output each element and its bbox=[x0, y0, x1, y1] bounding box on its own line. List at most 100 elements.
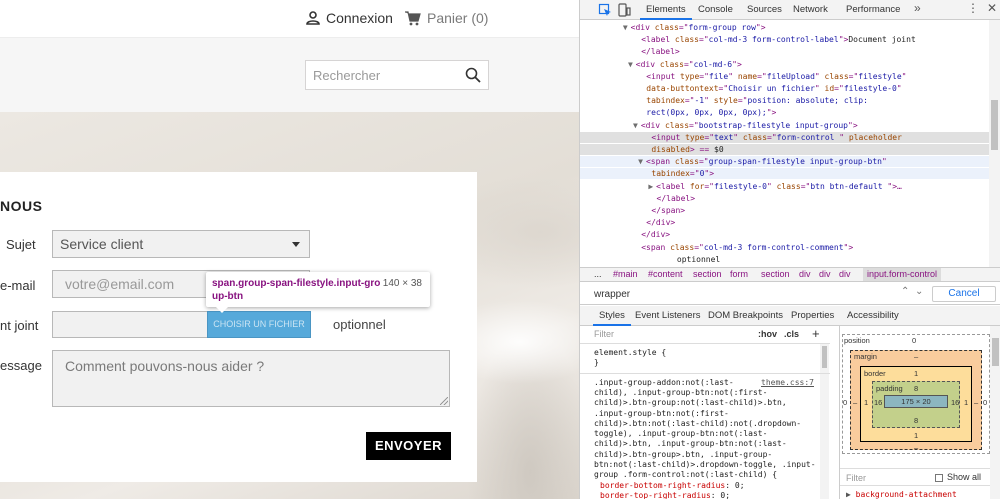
css-rule-line[interactable]: .input-group-btn:not(:first- bbox=[594, 409, 820, 419]
dom-token-attr: class bbox=[674, 35, 699, 45]
breadcrumb-item[interactable]: #main bbox=[613, 268, 638, 281]
tab-performance[interactable]: Performance bbox=[840, 0, 906, 20]
subtab-dom-breakpoints[interactable]: DOM Breakpoints bbox=[702, 306, 789, 326]
close-icon[interactable]: ✕ bbox=[987, 1, 997, 15]
css-rule-line[interactable]: } bbox=[594, 358, 820, 368]
css-declaration[interactable]: border-top-right-radius: 0; bbox=[600, 491, 826, 499]
collapse-triangle-icon[interactable]: ▼ bbox=[633, 121, 638, 130]
dom-node-line[interactable]: <span class="col-md-3 form-control-comme… bbox=[580, 242, 989, 253]
attachment-field[interactable]: CHOISIR UN FICHIER bbox=[52, 311, 311, 338]
dom-node-line[interactable]: optionnel bbox=[580, 254, 989, 265]
more-tabs-icon[interactable]: » bbox=[914, 1, 921, 15]
css-rule-line[interactable]: child), .input-group-btn:not(:first- bbox=[594, 388, 820, 398]
cart-link[interactable]: Panier (0) bbox=[405, 10, 488, 26]
css-rule-line[interactable]: toggle), .input-group-btn:not(:last- bbox=[594, 429, 820, 439]
dom-token-tag: </div> bbox=[641, 230, 671, 240]
send-button[interactable]: ENVOYER bbox=[366, 432, 451, 460]
hov-toggle[interactable]: :hov bbox=[758, 329, 777, 339]
find-bar: wrapper ⌃ ⌄ Cancel bbox=[580, 284, 1000, 305]
scrollbar-thumb[interactable] bbox=[822, 346, 827, 368]
login-link[interactable]: Connexion bbox=[306, 10, 393, 26]
css-rule-line[interactable]: child)>.btn, .input-group-btn:not(:last- bbox=[594, 439, 820, 449]
scrollbar-thumb[interactable] bbox=[992, 338, 999, 366]
cancel-button[interactable]: Cancel bbox=[932, 286, 996, 302]
breadcrumb-item[interactable]: ... bbox=[594, 268, 602, 281]
search-input[interactable] bbox=[306, 61, 456, 89]
dom-node-line[interactable]: <input type="file" name="fileUpload" cla… bbox=[580, 71, 989, 82]
dom-node-line[interactable]: </div> bbox=[580, 229, 989, 240]
styles-filter-input[interactable]: Filter bbox=[594, 329, 614, 339]
dom-node-line[interactable]: <label class="col-md-3 form-control-labe… bbox=[580, 34, 989, 45]
styles-scrollbar[interactable] bbox=[820, 344, 829, 499]
scrollbar-thumb[interactable] bbox=[991, 100, 998, 150]
dom-token-tag: " bbox=[766, 181, 777, 191]
dom-node-line[interactable]: rect(0px, 0px, 0px, 0px);"> bbox=[580, 107, 989, 118]
show-all-checkbox[interactable] bbox=[935, 474, 943, 482]
dom-node-line[interactable]: </div> bbox=[580, 217, 989, 228]
subtab-properties[interactable]: Properties bbox=[785, 306, 840, 326]
stylesheet-source-link[interactable]: theme.css:7 bbox=[761, 378, 814, 387]
dom-node-line[interactable]: disabled> == $0 bbox=[580, 144, 989, 155]
css-rule-line[interactable]: element.style { bbox=[594, 348, 820, 358]
css-rule-line[interactable]: btn:not(:last-child)>.dropdown-toggle, .… bbox=[594, 460, 820, 470]
computed-scrollbar[interactable] bbox=[990, 326, 1000, 499]
dom-node-line[interactable]: </label> bbox=[580, 46, 989, 57]
css-rule-line[interactable]: child)>.btn-group>.btn, .input-group- bbox=[594, 450, 820, 460]
dom-node-line[interactable]: tabindex="0"> bbox=[580, 168, 989, 180]
collapse-triangle-icon[interactable]: ▼ bbox=[638, 157, 643, 166]
inspect-element-icon[interactable] bbox=[598, 3, 612, 17]
dom-node-line[interactable]: </span> bbox=[580, 205, 989, 216]
breadcrumb-item[interactable]: section bbox=[761, 268, 790, 281]
search-icon[interactable] bbox=[465, 67, 481, 83]
dom-node-line[interactable]: ▼ <div class="form-group row"> bbox=[580, 22, 989, 33]
dom-token-attr: class bbox=[776, 181, 801, 191]
dom-node-line[interactable]: ▼ <div class="bootstrap-filestyle input-g… bbox=[580, 120, 989, 131]
subtab-event-listeners[interactable]: Event Listeners bbox=[629, 306, 706, 326]
dom-scrollbar[interactable] bbox=[989, 20, 1000, 267]
dom-node-line[interactable]: ▶ <label for="filestyle-0" class="btn btn… bbox=[580, 181, 989, 192]
cls-toggle[interactable]: .cls bbox=[784, 329, 799, 339]
breadcrumb-item[interactable]: section bbox=[693, 268, 722, 281]
subtab-styles[interactable]: Styles bbox=[593, 306, 631, 326]
tab-network[interactable]: Network bbox=[787, 0, 834, 20]
breadcrumb-item[interactable]: div bbox=[839, 268, 851, 281]
choose-file-button[interactable]: CHOISIR UN FICHIER bbox=[207, 311, 311, 338]
new-rule-icon[interactable]: + bbox=[812, 326, 820, 341]
tooltip-arrow bbox=[216, 307, 228, 313]
css-rule-line[interactable]: child)>.btn-group:not(:last-child)>.btn, bbox=[594, 398, 820, 408]
dom-node-line[interactable]: <input type="text" class="form-control "… bbox=[580, 131, 989, 143]
styles-subtabs: Styles Event Listeners DOM Breakpoints Prop… bbox=[580, 306, 1000, 326]
find-input[interactable]: wrapper bbox=[594, 287, 894, 302]
resize-handle-icon[interactable] bbox=[440, 397, 448, 405]
computed-filter-input[interactable]: Filter bbox=[846, 473, 866, 483]
breadcrumb-item[interactable]: div bbox=[799, 268, 811, 281]
css-rule-line[interactable]: child)>.btn:not(:last-child):not(.dropdo… bbox=[594, 419, 820, 429]
breadcrumb-item[interactable]: form bbox=[730, 268, 748, 281]
collapse-triangle-icon[interactable]: ▼ bbox=[623, 23, 628, 32]
message-textarea[interactable]: Comment pouvons-nous aider ? bbox=[52, 350, 450, 407]
tab-sources[interactable]: Sources bbox=[741, 0, 788, 20]
breadcrumb-item[interactable]: input.form-control bbox=[863, 268, 942, 281]
kebab-menu-icon[interactable]: ⋮ bbox=[967, 1, 979, 15]
chevron-down-icon[interactable]: ⌄ bbox=[915, 286, 923, 297]
chevron-up-icon[interactable]: ⌃ bbox=[901, 286, 909, 297]
css-rule-line[interactable]: group .form-control:not(:last-child) { bbox=[594, 470, 820, 480]
dom-node-line[interactable]: ▼ <span class="group-span-filestyle input… bbox=[580, 156, 989, 168]
breadcrumb-item[interactable]: div bbox=[819, 268, 831, 281]
tab-elements[interactable]: Elements bbox=[640, 0, 692, 20]
subject-label: Sujet bbox=[6, 237, 36, 252]
subject-select[interactable]: Service client bbox=[52, 230, 310, 258]
css-declaration[interactable]: border-bottom-right-radius: 0; bbox=[600, 481, 826, 491]
dom-node-line[interactable]: tabindex="-1" style="position: absolute;… bbox=[580, 95, 989, 106]
dom-node-line[interactable]: ▼ <div class="col-md-6"> bbox=[580, 59, 989, 70]
css-property-name: border-bottom-right-radius bbox=[600, 480, 726, 490]
tab-console[interactable]: Console bbox=[692, 0, 739, 20]
computed-property[interactable]: ▶ background-attachment bbox=[846, 490, 957, 499]
expand-triangle-icon[interactable]: ▶ bbox=[648, 182, 653, 191]
device-toolbar-icon[interactable] bbox=[617, 3, 631, 17]
collapse-triangle-icon[interactable]: ▼ bbox=[628, 60, 633, 69]
subtab-accessibility[interactable]: Accessibility bbox=[841, 306, 905, 326]
dom-node-line[interactable]: data-buttontext="Choisir un fichier" id=… bbox=[580, 83, 989, 94]
dom-node-line[interactable]: </label> bbox=[580, 193, 989, 204]
breadcrumb-item[interactable]: #content bbox=[648, 268, 683, 281]
